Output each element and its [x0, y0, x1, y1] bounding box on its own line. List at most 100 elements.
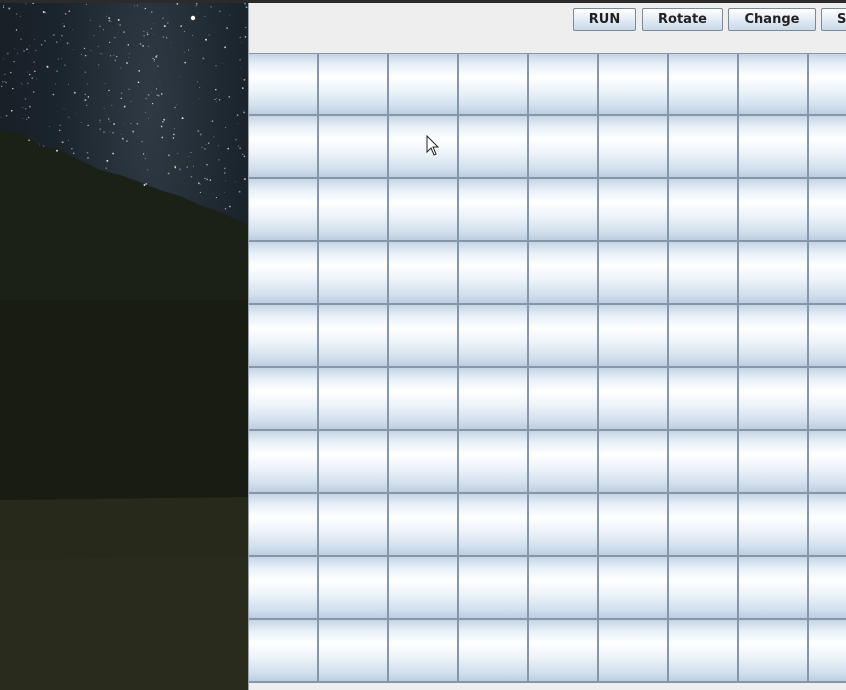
- grid-cell-button[interactable]: [459, 557, 529, 620]
- grid-cell-button[interactable]: [529, 494, 599, 557]
- grid-cell-button[interactable]: [739, 53, 809, 116]
- grid-cell-button[interactable]: [459, 494, 529, 557]
- grid-cell-button[interactable]: [739, 494, 809, 557]
- grid-cell-button[interactable]: [669, 368, 739, 431]
- grid-cell-button[interactable]: [459, 116, 529, 179]
- grid-cell-button[interactable]: [319, 431, 389, 494]
- grid-cell-button[interactable]: [669, 431, 739, 494]
- grid-cell-button[interactable]: [529, 368, 599, 431]
- grid-cell-button[interactable]: [809, 494, 846, 557]
- grid-cell-button[interactable]: [249, 116, 319, 179]
- rotate-button[interactable]: Rotate: [642, 8, 723, 31]
- grid-cell-button[interactable]: [599, 368, 669, 431]
- grid-cell-button[interactable]: [389, 557, 459, 620]
- arrow-pointer-icon: [426, 135, 440, 156]
- app-window: RUN Rotate Change S: [248, 3, 846, 690]
- grid-cell-button[interactable]: [529, 242, 599, 305]
- grid-cell-button[interactable]: [459, 179, 529, 242]
- run-button[interactable]: RUN: [573, 8, 636, 31]
- grid-cell-button[interactable]: [249, 620, 319, 683]
- grid-cell-button[interactable]: [669, 242, 739, 305]
- grid-cell-button[interactable]: [529, 305, 599, 368]
- grid-cell-button[interactable]: [529, 557, 599, 620]
- grid-cell-button[interactable]: [389, 179, 459, 242]
- grid-cell-button[interactable]: [249, 368, 319, 431]
- grid-cell-button[interactable]: [809, 242, 846, 305]
- grid-cell-button[interactable]: [739, 305, 809, 368]
- grid-cell-button[interactable]: [599, 557, 669, 620]
- grid-cell-button[interactable]: [459, 242, 529, 305]
- grid-cell-button[interactable]: [249, 53, 319, 116]
- grid-cell-button[interactable]: [389, 620, 459, 683]
- grid-cell-button[interactable]: [599, 179, 669, 242]
- grid-cell-button[interactable]: [739, 620, 809, 683]
- s-button-truncated[interactable]: S: [821, 8, 846, 31]
- grid-cell-button[interactable]: [319, 179, 389, 242]
- grid-cell-button[interactable]: [529, 53, 599, 116]
- grid-cell-button[interactable]: [249, 557, 319, 620]
- grid-cell-button[interactable]: [669, 557, 739, 620]
- grid-cell-button[interactable]: [739, 431, 809, 494]
- grid-cell-button[interactable]: [739, 557, 809, 620]
- grid-cell-button[interactable]: [669, 116, 739, 179]
- grid-cell-button[interactable]: [669, 494, 739, 557]
- grid-cell-button[interactable]: [319, 494, 389, 557]
- grid-cell-button[interactable]: [809, 179, 846, 242]
- grid-cell-button[interactable]: [319, 242, 389, 305]
- grid-cell-button[interactable]: [249, 494, 319, 557]
- grid-cell-button[interactable]: [389, 242, 459, 305]
- grid-cell-button[interactable]: [739, 116, 809, 179]
- screen: RUN Rotate Change S: [0, 0, 846, 690]
- grid-cell-button[interactable]: [669, 305, 739, 368]
- grid-cell-button[interactable]: [529, 116, 599, 179]
- grid-cell-button[interactable]: [809, 557, 846, 620]
- grid-cell-button[interactable]: [319, 53, 389, 116]
- grid-cell-button[interactable]: [249, 305, 319, 368]
- grid-cell-button[interactable]: [529, 431, 599, 494]
- grid-cell-button[interactable]: [809, 620, 846, 683]
- grid-cell-button[interactable]: [809, 116, 846, 179]
- grid-cell-button[interactable]: [739, 179, 809, 242]
- grid-cell-button[interactable]: [389, 431, 459, 494]
- grid-cell-button[interactable]: [249, 179, 319, 242]
- grid-cell-button[interactable]: [319, 557, 389, 620]
- grid-cell-button[interactable]: [389, 494, 459, 557]
- grid-cell-button[interactable]: [669, 179, 739, 242]
- grid-cell-button[interactable]: [389, 368, 459, 431]
- grid-cell-button[interactable]: [599, 53, 669, 116]
- grid-cell-button[interactable]: [249, 242, 319, 305]
- grid-cell-button[interactable]: [459, 305, 529, 368]
- grid-cell-button[interactable]: [459, 368, 529, 431]
- grid-cell-button[interactable]: [249, 431, 319, 494]
- grid-cell-button[interactable]: [459, 431, 529, 494]
- grid-cell-button[interactable]: [319, 368, 389, 431]
- night-landscape-image: [0, 0, 248, 690]
- grid-cell-button[interactable]: [319, 116, 389, 179]
- grid-cell-button[interactable]: [319, 620, 389, 683]
- change-button[interactable]: Change: [728, 8, 816, 31]
- grid-cell-button[interactable]: [459, 620, 529, 683]
- button-grid: [249, 53, 846, 684]
- grid-cell-button[interactable]: [459, 53, 529, 116]
- grid-cell-button[interactable]: [809, 431, 846, 494]
- grid-cell-button[interactable]: [389, 305, 459, 368]
- grid-cell-button[interactable]: [739, 242, 809, 305]
- window-bottom-edge: [249, 684, 846, 690]
- grid-cell-button[interactable]: [529, 620, 599, 683]
- grid-cell-button[interactable]: [389, 116, 459, 179]
- grid-cell-button[interactable]: [599, 494, 669, 557]
- grid-cell-button[interactable]: [669, 53, 739, 116]
- grid-cell-button[interactable]: [739, 368, 809, 431]
- grid-cell-button[interactable]: [599, 431, 669, 494]
- grid-cell-button[interactable]: [599, 620, 669, 683]
- grid-cell-button[interactable]: [809, 305, 846, 368]
- grid-cell-button[interactable]: [599, 305, 669, 368]
- grid-cell-button[interactable]: [319, 305, 389, 368]
- grid-cell-button[interactable]: [669, 620, 739, 683]
- grid-cell-button[interactable]: [599, 116, 669, 179]
- grid-cell-button[interactable]: [809, 368, 846, 431]
- grid-cell-button[interactable]: [599, 242, 669, 305]
- grid-cell-button[interactable]: [529, 179, 599, 242]
- grid-cell-button[interactable]: [389, 53, 459, 116]
- grid-cell-button[interactable]: [809, 53, 846, 116]
